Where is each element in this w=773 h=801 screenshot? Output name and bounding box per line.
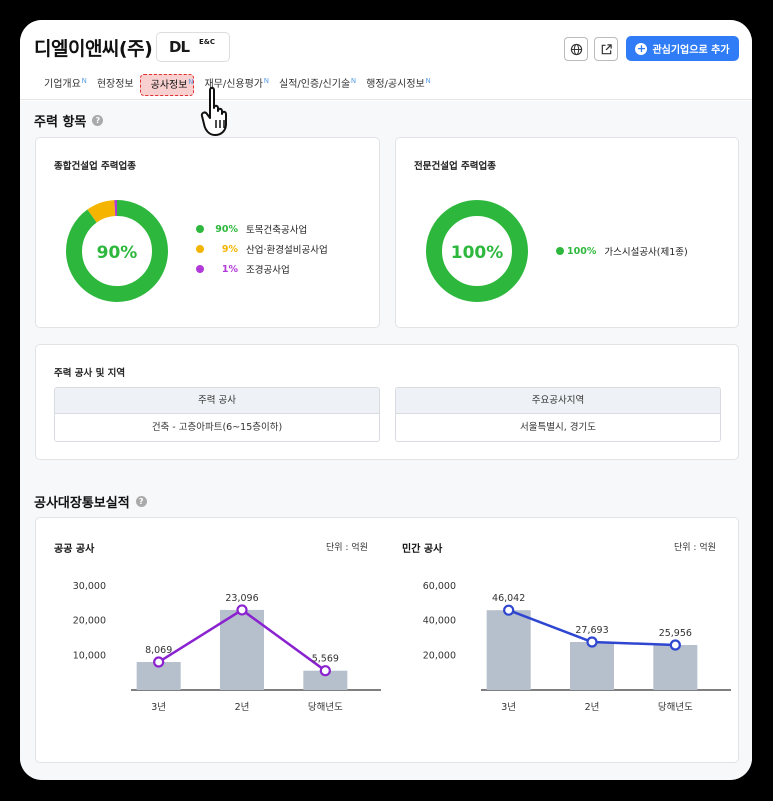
data-point bbox=[153, 656, 165, 668]
data-label: 46,042 bbox=[492, 593, 525, 604]
help-icon[interactable]: ? bbox=[135, 496, 147, 507]
y-tick-label: 40,000 bbox=[423, 616, 456, 627]
specialty-donut-chart: 100% bbox=[426, 200, 528, 302]
company-name: 디엘이앤씨(주) bbox=[34, 38, 153, 60]
bar bbox=[570, 641, 614, 690]
x-tick-label: 3년 bbox=[501, 702, 516, 713]
performance-card: 공공 공사 단위 : 억원 민간 공사 단위 : 억원 10,000 20,000… bbox=[35, 517, 739, 763]
main-items-title: 주력 항목 ? bbox=[34, 111, 104, 130]
add-interest-button[interactable]: + 관심기업으로 추가 bbox=[626, 36, 739, 61]
card-title: 주력 공사 및 지역 bbox=[54, 368, 126, 379]
legend-dot bbox=[556, 247, 564, 255]
legend-percent: 1% bbox=[221, 263, 238, 275]
y-tick-label: 10,000 bbox=[73, 650, 106, 661]
card-title: 전문건설업 주력업종 bbox=[414, 161, 496, 172]
help-icon[interactable]: ? bbox=[92, 115, 104, 126]
data-point bbox=[236, 604, 248, 616]
private-construction-chart: 20,000 40,000 60,000 3년 2년 당해년도 46,042 27,693 25… bbox=[423, 581, 731, 713]
tab-performance-certification[interactable]: 실적/인증/신기술 N bbox=[269, 74, 356, 96]
legend-percent: 9% bbox=[221, 243, 238, 255]
legend-label: 토목건축공사업 bbox=[246, 225, 308, 236]
region-card: 주력 공사 및 지역 주력 공사 건축 - 고층아파트(6~15층이하) 주요공… bbox=[35, 344, 739, 460]
legend-percent: 90% bbox=[215, 223, 238, 235]
bar bbox=[486, 610, 531, 690]
y-tick-label: 20,000 bbox=[73, 616, 106, 627]
app-window: 디엘이앤씨(주) DL E&C + 관심기업으로 추가 기업개요N 현장정보 bbox=[20, 20, 752, 780]
public-construction-chart: 10,000 20,000 30,000 3년 2년 당해년도 8,069 23,096 5,5… bbox=[73, 581, 381, 713]
general-legend: 90% 토목건축공사업 9% 산업·환경설비공사업 1% 조경공사업 bbox=[196, 219, 328, 279]
legend-dot bbox=[196, 225, 204, 233]
table-header: 주력 공사 bbox=[55, 388, 379, 414]
hand-pointer-icon bbox=[200, 86, 227, 136]
header: 디엘이앤씨(주) DL E&C + 관심기업으로 추가 기업개요N 현장정보 bbox=[20, 20, 752, 100]
data-point bbox=[586, 636, 598, 648]
legend-item: 1% 조경공사업 bbox=[196, 259, 328, 279]
share-button[interactable] bbox=[594, 37, 618, 61]
legend-dot bbox=[196, 265, 204, 273]
data-point bbox=[319, 665, 331, 677]
legend-dot bbox=[196, 245, 204, 253]
data-label: 23,096 bbox=[225, 593, 258, 604]
x-tick-label: 2년 bbox=[585, 702, 600, 713]
y-tick-label: 60,000 bbox=[423, 581, 456, 592]
data-label: 5,569 bbox=[312, 654, 339, 665]
donut-center-value: 100% bbox=[451, 243, 504, 263]
main-region-table: 주요공사지역 서울특별시, 경기도 bbox=[395, 387, 721, 442]
data-point bbox=[669, 639, 681, 651]
y-tick-label: 30,000 bbox=[73, 581, 106, 592]
card-title: 종합건설업 주력업종 bbox=[54, 161, 136, 172]
legend-percent: 100% bbox=[567, 245, 597, 257]
x-tick-label: 당해년도 bbox=[658, 701, 693, 713]
performance-title: 공사대장통보실적 ? bbox=[34, 492, 147, 511]
section-heading: 주력 항목 bbox=[34, 115, 87, 130]
specialty-legend: 100% 가스시설공사(제1종) bbox=[556, 241, 688, 261]
globe-icon bbox=[570, 43, 582, 55]
plus-icon: + bbox=[635, 41, 648, 55]
legend-item: 9% 산업·환경설비공사업 bbox=[196, 239, 328, 259]
data-label: 25,956 bbox=[659, 628, 692, 639]
data-point bbox=[503, 604, 515, 616]
data-label: 27,693 bbox=[575, 625, 608, 636]
main-construction-table: 주력 공사 건축 - 고층아파트(6~15층이하) bbox=[54, 387, 380, 442]
company-logo: DL E&C bbox=[156, 32, 230, 62]
tab-administration-disclosure[interactable]: 행정/공시정보 N bbox=[356, 74, 431, 96]
table-cell: 건축 - 고층아파트(6~15층이하) bbox=[55, 414, 379, 441]
section-heading: 공사대장통보실적 bbox=[34, 496, 130, 511]
x-tick-label: 2년 bbox=[235, 702, 250, 713]
x-tick-label: 당해년도 bbox=[308, 701, 343, 713]
y-tick-label: 20,000 bbox=[423, 650, 456, 661]
general-construction-card: 종합건설업 주력업종 90% 90% 토목건축공사업 9% 산업·환경설비공사업 bbox=[35, 137, 380, 328]
add-interest-label: 관심기업으로 추가 bbox=[652, 45, 730, 56]
data-label: 8,069 bbox=[145, 645, 172, 656]
bar bbox=[653, 645, 698, 690]
general-donut-chart: 90% bbox=[66, 200, 168, 302]
new-badge: N bbox=[425, 77, 431, 85]
external-link-icon bbox=[601, 43, 612, 54]
tab-construction-info[interactable]: 공사정보 N bbox=[139, 74, 195, 96]
donut-center-value: 90% bbox=[97, 243, 138, 263]
table-cell: 서울특별시, 경기도 bbox=[396, 414, 720, 441]
legend-item: 100% 가스시설공사(제1종) bbox=[556, 241, 688, 261]
x-tick-label: 3년 bbox=[151, 702, 166, 713]
logo-text: DL bbox=[169, 38, 190, 56]
legend-label: 가스시설공사(제1종) bbox=[604, 247, 688, 258]
legend-label: 산업·환경설비공사업 bbox=[246, 245, 328, 256]
table-header: 주요공사지역 bbox=[396, 388, 720, 414]
language-button[interactable] bbox=[564, 37, 588, 61]
logo-subtext: E&C bbox=[199, 38, 216, 46]
main-content[interactable]: 주력 항목 ? 종합건설업 주력업종 90% 90% 토목건축공사업 9% 산업… bbox=[20, 101, 752, 780]
tab-site-info[interactable]: 현장정보 bbox=[87, 74, 140, 96]
tab-company-overview[interactable]: 기업개요 N bbox=[34, 74, 87, 96]
legend-item: 90% 토목건축공사업 bbox=[196, 219, 328, 239]
specialty-construction-card: 전문건설업 주력업종 100% 100% 가스시설공사(제1종) bbox=[395, 137, 739, 328]
legend-label: 조경공사업 bbox=[246, 265, 290, 276]
